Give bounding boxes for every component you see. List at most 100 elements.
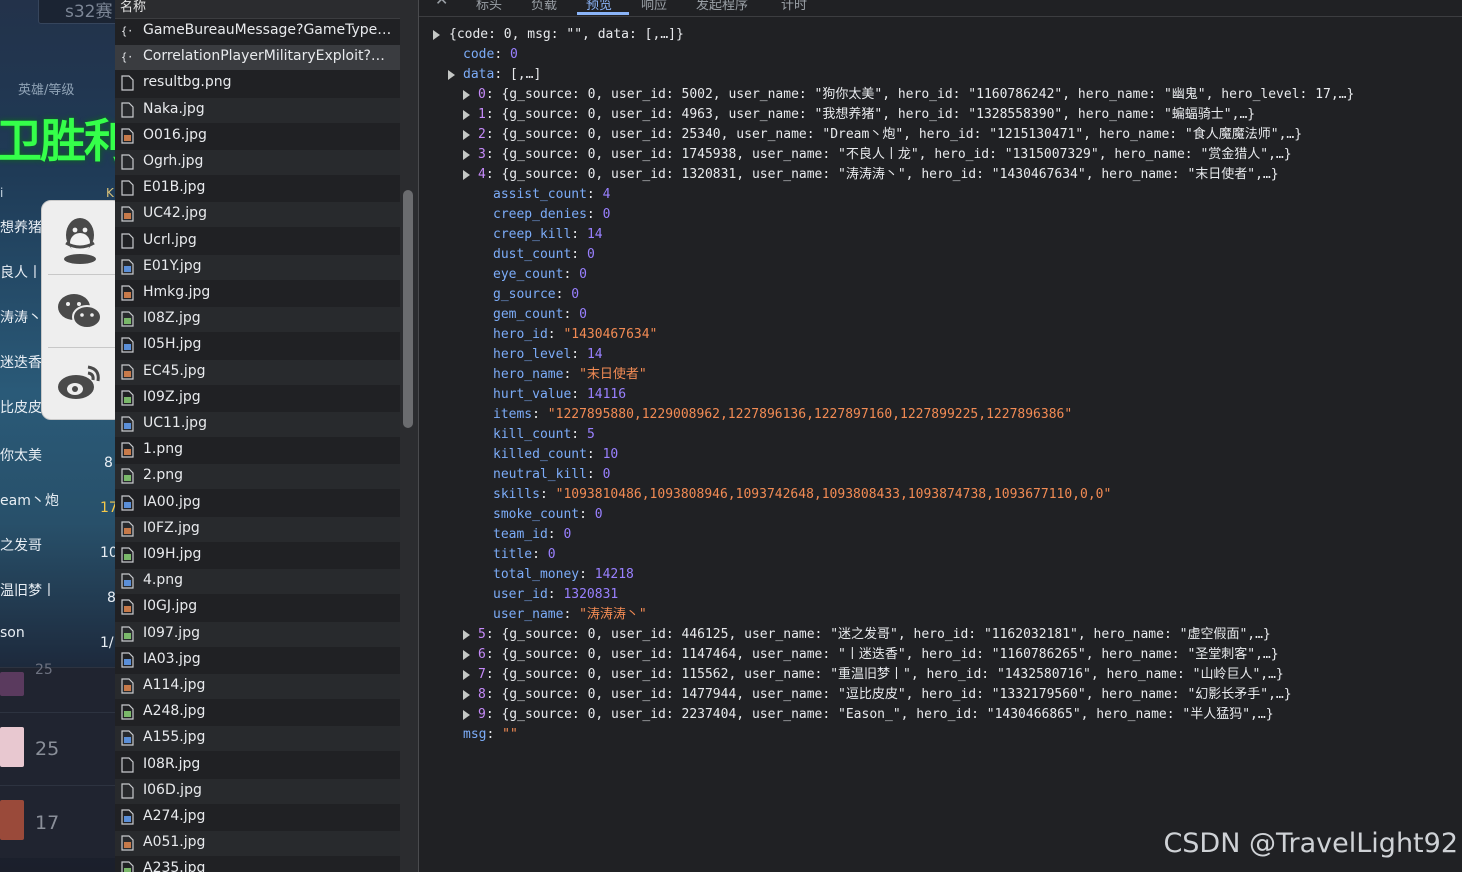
json-field: hero_level: 14	[493, 347, 603, 362]
request-row[interactable]: I08Z.jpg	[115, 307, 400, 333]
json-entry-data[interactable]: data: [,…]	[463, 65, 541, 85]
request-name: I06D.jpg	[143, 781, 202, 798]
array-item-summary[interactable]: 3: {g_source: 0, user_id: 1745938, user_…	[478, 145, 1292, 165]
request-row[interactable]: 4.png	[115, 569, 400, 595]
request-name: A274.jpg	[143, 808, 206, 824]
request-row[interactable]: EC45.jpg	[115, 359, 400, 385]
document-icon	[121, 756, 134, 773]
request-row[interactable]: 2.png	[115, 464, 400, 490]
image-file-icon	[121, 259, 134, 275]
request-row[interactable]: {·} GameBureauMessage?GameTypeID...	[115, 19, 400, 44]
request-row[interactable]: {·} CorrelationPlayerMilitaryExploit?Ga..…	[115, 45, 400, 71]
request-row[interactable]: UC42.jpg	[115, 202, 400, 228]
array-index: 1	[478, 107, 486, 122]
wechat-icon[interactable]	[56, 291, 104, 333]
request-row[interactable]: I09Z.jpg	[115, 386, 400, 411]
request-row[interactable]: Ogrh.jpg	[115, 150, 400, 175]
json-value: 0	[594, 507, 603, 522]
json-root-summary[interactable]: {code: 0, msg: "", data: [,…]}	[449, 25, 684, 45]
expand-toggle-icon[interactable]	[463, 650, 470, 660]
request-row[interactable]: Hmkg.jpg	[115, 281, 400, 306]
array-item-summary[interactable]: 5: {g_source: 0, user_id: 446125, user_n…	[478, 625, 1271, 645]
request-row[interactable]: resultbg.png	[115, 71, 400, 96]
request-row[interactable]: 1.png	[115, 438, 400, 463]
player-row: 25	[0, 712, 115, 785]
json-value: 1320831	[563, 587, 619, 602]
tab-initiator[interactable]: 发起程序	[696, 0, 748, 13]
expand-toggle-icon[interactable]	[463, 110, 470, 120]
game-search-box[interactable]: s32赛	[38, 0, 115, 24]
request-row[interactable]: E01Y.jpg	[115, 254, 400, 280]
request-row[interactable]: I09H.jpg	[115, 543, 400, 568]
array-item-summary[interactable]: 4: {g_source: 0, user_id: 1320831, user_…	[478, 165, 1279, 185]
tab-timing[interactable]: 计时	[781, 0, 807, 13]
request-name: 4.png	[143, 572, 184, 589]
weibo-icon[interactable]	[56, 361, 104, 403]
request-name: I09Z.jpg	[143, 388, 201, 405]
json-key: hero_name	[493, 367, 564, 382]
request-row[interactable]: I097.jpg	[115, 621, 400, 647]
request-name: resultbg.png	[143, 74, 232, 91]
hero-level: 17	[35, 812, 60, 834]
expand-toggle-icon[interactable]	[448, 70, 455, 80]
json-value: 0	[563, 527, 572, 542]
request-row[interactable]: A274.jpg	[115, 805, 400, 830]
array-item-summary[interactable]: 7: {g_source: 0, user_id: 115562, user_n…	[478, 665, 1284, 685]
expand-toggle-icon[interactable]	[463, 630, 470, 640]
expand-toggle-icon[interactable]	[463, 90, 470, 100]
svg-text:{·}: {·}	[121, 27, 134, 38]
request-row[interactable]: Ucrl.jpg	[115, 229, 400, 254]
request-row[interactable]: I0FZ.jpg	[115, 516, 400, 542]
request-row[interactable]: A051.jpg	[115, 831, 400, 857]
json-field: dust_count: 0	[493, 247, 595, 262]
request-row[interactable]: UC11.jpg	[115, 412, 400, 437]
xhr-icon: {·}	[121, 53, 134, 64]
request-row[interactable]: IA00.jpg	[115, 491, 400, 516]
request-row[interactable]: I0GJ.jpg	[115, 595, 400, 620]
array-index: 4	[478, 167, 486, 182]
list-scrollbar-thumb[interactable]	[403, 190, 413, 428]
tab-headers[interactable]: 标头	[476, 0, 502, 13]
detail-tabs: ✕ 标头 负载 预览 响应 发起程序 计时	[419, 0, 1462, 17]
request-row[interactable]: I05H.jpg	[115, 333, 400, 358]
json-key: total_money	[493, 567, 580, 582]
array-item-summary[interactable]: 2: {g_source: 0, user_id: 25340, user_na…	[478, 125, 1302, 145]
array-item-summary[interactable]: 9: {g_source: 0, user_id: 2237404, user_…	[478, 705, 1274, 725]
request-row[interactable]: O016.jpg	[115, 124, 400, 149]
request-row[interactable]: A155.jpg	[115, 726, 400, 752]
array-item-summary[interactable]: 6: {g_source: 0, user_id: 1147464, user_…	[478, 645, 1279, 665]
request-row[interactable]: IA03.jpg	[115, 648, 400, 673]
array-item-summary[interactable]: 0: {g_source: 0, user_id: 5002, user_nam…	[478, 85, 1354, 105]
array-item-summary[interactable]: 1: {g_source: 0, user_id: 4963, user_nam…	[478, 105, 1255, 125]
close-icon[interactable]: ✕	[435, 0, 448, 9]
expand-toggle-icon[interactable]	[463, 170, 470, 180]
request-name: I09H.jpg	[143, 546, 202, 562]
json-key: hero_level	[493, 347, 572, 362]
player-name: 你太美	[0, 448, 42, 464]
request-row[interactable]: A114.jpg	[115, 674, 400, 699]
request-row[interactable]: A235.jpg	[115, 857, 400, 872]
request-row[interactable]: A248.jpg	[115, 700, 400, 725]
array-item-summary[interactable]: 8: {g_source: 0, user_id: 1477944, user_…	[478, 685, 1292, 705]
request-name: I097.jpg	[143, 624, 200, 641]
request-row[interactable]: Naka.jpg	[115, 97, 400, 123]
tab-response[interactable]: 响应	[641, 0, 667, 13]
list-scrollbar-track[interactable]	[400, 0, 418, 872]
expand-toggle-icon[interactable]	[463, 670, 470, 680]
qq-icon[interactable]	[58, 215, 102, 265]
request-name: A235.jpg	[143, 860, 206, 872]
expand-toggle-icon[interactable]	[433, 30, 440, 40]
request-name: E01Y.jpg	[143, 257, 202, 274]
request-row[interactable]: I08R.jpg	[115, 753, 400, 778]
request-row[interactable]: E01B.jpg	[115, 176, 400, 201]
expand-toggle-icon[interactable]	[463, 130, 470, 140]
expand-toggle-icon[interactable]	[463, 690, 470, 700]
expand-toggle-icon[interactable]	[463, 150, 470, 160]
tab-payload[interactable]: 负载	[531, 0, 557, 13]
json-field: creep_denies: 0	[493, 207, 611, 222]
name-column-label: 名称	[120, 0, 147, 15]
request-row[interactable]: I06D.jpg	[115, 778, 400, 804]
image-file-icon	[121, 521, 134, 537]
expand-toggle-icon[interactable]	[463, 710, 470, 720]
name-column-header[interactable]: 名称	[115, 0, 400, 19]
